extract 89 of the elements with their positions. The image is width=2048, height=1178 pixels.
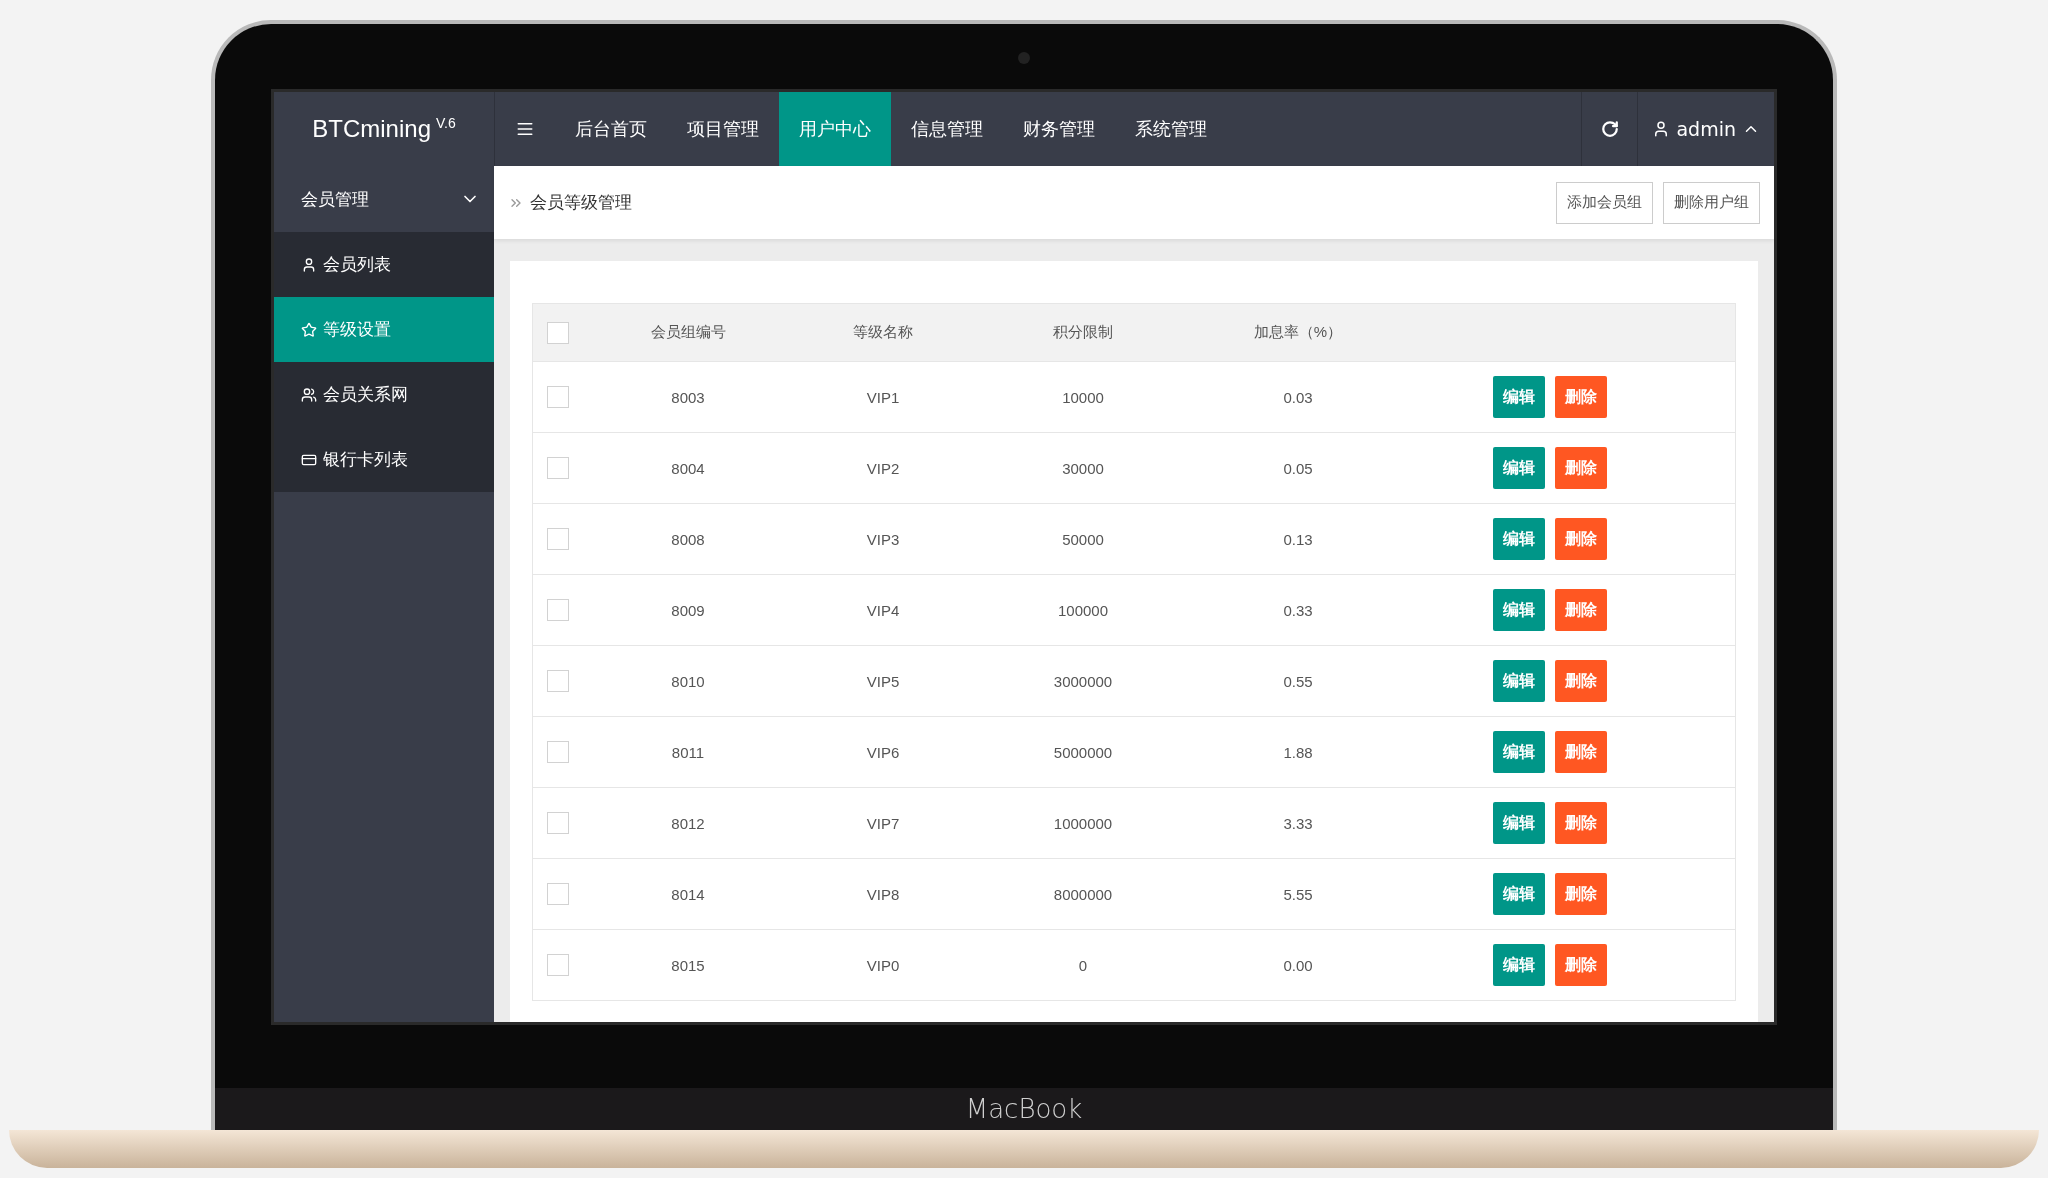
table-cell-text: 0.13 <box>1282 530 1314 548</box>
table-cell-text: 5.55 <box>1282 885 1314 903</box>
table-cell-text: VIP3 <box>865 530 901 548</box>
table-cell-text: VIP1 <box>865 388 901 406</box>
delete-button[interactable]: 删除 <box>1555 944 1607 986</box>
table-cell-text: 100000 <box>1056 601 1110 619</box>
camera-icon <box>1018 52 1030 64</box>
brand-name: BTCmining $^{V.6}$ <box>312 115 456 143</box>
users-icon <box>301 386 317 403</box>
nav-tab[interactable]: 项目管理 <box>667 92 779 166</box>
sidebar-item[interactable]: 会员列表 <box>274 232 494 297</box>
star-icon <box>301 321 317 338</box>
edit-button[interactable]: 编辑 <box>1493 376 1545 418</box>
table-cell-text: VIP7 <box>865 814 901 832</box>
table-cell-text: 8009 <box>670 601 706 619</box>
table-cell-text: 8011 <box>670 743 706 761</box>
nav-tab[interactable]: 后台首页 <box>555 92 667 166</box>
table-cell-text: 8000000 <box>1052 885 1114 903</box>
table-cell-text: VIP0 <box>865 956 901 974</box>
row-checkbox[interactable] <box>547 670 569 692</box>
sidebar-item[interactable]: 银行卡列表 <box>274 427 494 492</box>
row-checkbox[interactable] <box>547 954 569 976</box>
table-cell-text: VIP5 <box>865 672 901 690</box>
delete-button[interactable]: 删除 <box>1555 873 1607 915</box>
table-cell-text: 10000 <box>1061 388 1105 406</box>
column-header: 积分限制 <box>1052 323 1114 342</box>
table-cell-text: 50000 <box>1061 530 1105 548</box>
edit-button[interactable]: 编辑 <box>1493 660 1545 702</box>
table-cell-text: 0.33 <box>1282 601 1314 619</box>
table-cell-text: VIP8 <box>865 885 901 903</box>
table-cell-text: 0.00 <box>1282 956 1314 974</box>
column-header: 加息率（%） <box>1252 323 1344 342</box>
table-cell-text: 8014 <box>670 885 706 903</box>
table-cell-text: 8003 <box>670 388 706 406</box>
row-checkbox[interactable] <box>547 741 569 763</box>
edit-button[interactable]: 编辑 <box>1493 873 1545 915</box>
table-cell-text: 8008 <box>670 530 706 548</box>
action-button[interactable]: 添加会员组 <box>1556 181 1653 224</box>
table-cell-text: VIP2 <box>865 459 901 477</box>
delete-button[interactable]: 删除 <box>1555 660 1607 702</box>
table-cell-text: 5000000 <box>1052 743 1114 761</box>
table-cell-text: 0 <box>1077 956 1089 974</box>
row-checkbox[interactable] <box>547 386 569 408</box>
column-header: 等级名称 <box>852 323 914 342</box>
table-cell-text: 8012 <box>670 814 706 832</box>
delete-button[interactable]: 删除 <box>1555 802 1607 844</box>
row-checkbox[interactable] <box>547 883 569 905</box>
table-cell-text: 0.05 <box>1282 459 1314 477</box>
action-button[interactable]: 删除用户组 <box>1663 181 1760 224</box>
edit-button[interactable]: 编辑 <box>1493 944 1545 986</box>
table-cell-text: 0.55 <box>1282 672 1314 690</box>
delete-button[interactable]: 删除 <box>1555 518 1607 560</box>
sidebar-item[interactable]: 会员关系网 <box>274 362 494 427</box>
delete-button[interactable]: 删除 <box>1555 589 1607 631</box>
menu-icon <box>516 120 534 138</box>
select-all-checkbox[interactable] <box>547 321 569 344</box>
nav-tab[interactable]: 信息管理 <box>891 92 1003 166</box>
edit-button[interactable]: 编辑 <box>1493 731 1545 773</box>
row-checkbox[interactable] <box>547 599 569 621</box>
delete-button[interactable]: 删除 <box>1555 447 1607 489</box>
table-cell-text: 30000 <box>1061 459 1105 477</box>
column-header: 会员组编号 <box>649 323 727 342</box>
refresh-icon <box>1600 120 1619 138</box>
row-checkbox[interactable] <box>547 528 569 550</box>
nav-tab[interactable]: 用户中心 <box>779 92 891 166</box>
nav-tab[interactable]: 财务管理 <box>1003 92 1115 166</box>
user-icon <box>301 256 317 273</box>
edit-button[interactable]: 编辑 <box>1493 518 1545 560</box>
table-cell-text: VIP4 <box>865 601 901 619</box>
table-cell-text: 1000000 <box>1052 814 1114 832</box>
breadcrumb: 会员等级管理 <box>530 191 632 214</box>
table-cell-text: VIP6 <box>865 743 901 761</box>
sidebar-item[interactable]: 等级设置 <box>274 297 494 362</box>
table-cell-text: 3.33 <box>1282 814 1314 832</box>
nav-tab[interactable]: 系统管理 <box>1115 92 1227 166</box>
table-cell-text: 1.88 <box>1282 743 1314 761</box>
edit-button[interactable]: 编辑 <box>1493 589 1545 631</box>
table-cell-text: 8004 <box>670 459 706 477</box>
table-cell-text: 3000000 <box>1052 672 1114 690</box>
table-cell-text: 8015 <box>670 956 706 974</box>
table-cell-text: 0.03 <box>1282 388 1314 406</box>
delete-button[interactable]: 删除 <box>1555 731 1607 773</box>
table-cell-text: 8010 <box>670 672 706 690</box>
edit-button[interactable]: 编辑 <box>1493 447 1545 489</box>
delete-button[interactable]: 删除 <box>1555 376 1607 418</box>
row-checkbox[interactable] <box>547 457 569 479</box>
device-label: MacBook <box>965 1094 1083 1124</box>
row-checkbox[interactable] <box>547 812 569 834</box>
edit-button[interactable]: 编辑 <box>1493 802 1545 844</box>
